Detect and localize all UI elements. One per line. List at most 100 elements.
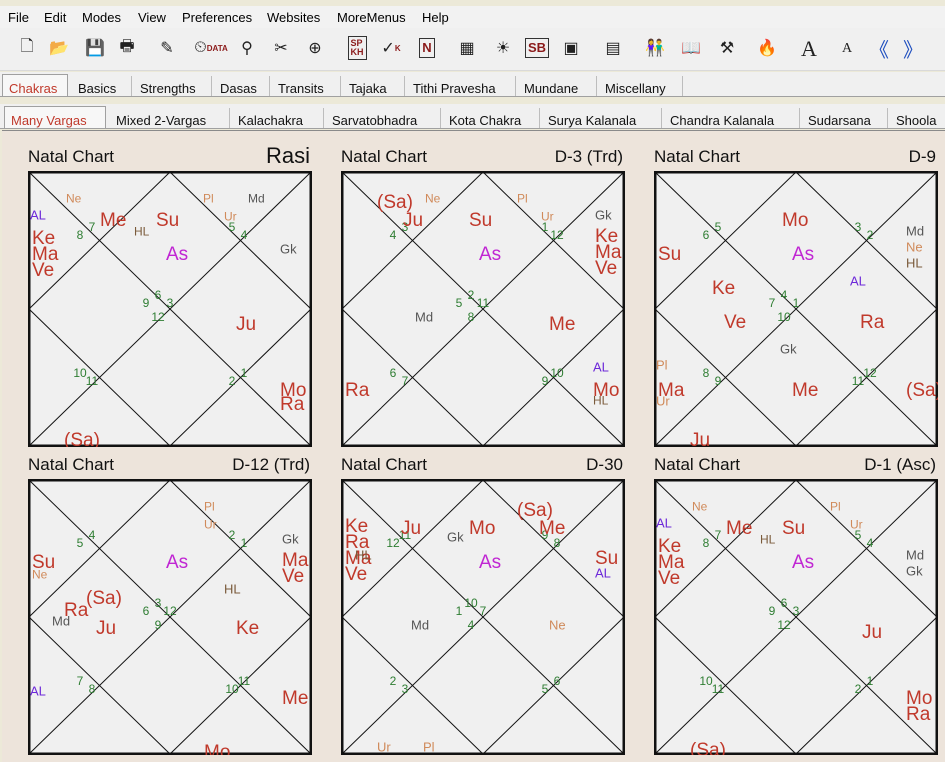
varga-chart-4[interactable]: Natal Chart D-12 (Trd) 5 4 2 1 6 3 12 9 7 8 10 11 Pl Ur… [28, 439, 328, 755]
subtab-many-vargas[interactable]: Many Vargas [4, 106, 106, 128]
sb-icon[interactable]: SB [522, 34, 552, 62]
tab-strengths[interactable]: Strengths [134, 76, 212, 96]
menu-modes[interactable]: Modes [82, 10, 121, 25]
planet-sa: (Sa) [86, 588, 122, 609]
planet-md: Md [906, 547, 924, 562]
transit-icon[interactable]: ⊕ [300, 34, 330, 62]
sp-kh-icon[interactable]: SP KH [342, 34, 372, 62]
sun-icon[interactable]: ☀ [488, 34, 518, 62]
planet-me: Me [282, 688, 308, 709]
subtab-surya-kalanala[interactable]: Surya Kalanala [542, 108, 662, 128]
menu-websites[interactable]: Websites [267, 10, 320, 25]
varga-chart-5[interactable]: Natal Chart D-30 12 11 9 8 1 10 7 4 2 3 5 6 Ke Ra Ma HL Ve… [341, 439, 641, 755]
planet-me: Me [792, 380, 818, 401]
save-icon[interactable]: 💾 [80, 34, 110, 62]
planet-ju: Ju [862, 622, 882, 643]
toolbar: 🗋 📂 💾 🖶 ✎ ⏲ DATA ⚲ ✂ ⊕ SP KH ✓ K N ▦ ☀ SB ▣ ▤ 👫 📖 ⚒ 🔥 A A 《》 [0, 28, 945, 71]
house-number: 11 [86, 374, 99, 388]
house-number: 7 [77, 674, 84, 688]
font-larger-icon[interactable]: A [794, 34, 824, 62]
varga-chart-2[interactable]: Natal Chart D-3 (Trd) 4 3 1 12 5 2 11 8 6 7 9 10 (Sa) N… [341, 131, 641, 447]
planet-ra: Ra [860, 312, 885, 333]
house-number: 11 [238, 674, 251, 688]
remove-match-icon[interactable]: ✂ [266, 34, 296, 62]
planet-ra: Ra [345, 380, 370, 401]
menu-help[interactable]: Help [422, 10, 449, 25]
house-number: 1 [456, 604, 463, 618]
planet-ju: Ju [236, 314, 256, 335]
table-icon[interactable]: ▤ [598, 34, 628, 62]
house-number: 8 [703, 536, 710, 550]
chart-title: Natal Chart [341, 455, 427, 474]
planet-ju: Ju [96, 618, 116, 639]
planet-me: Me [100, 210, 126, 231]
planet-al: AL [656, 515, 672, 530]
match-icon[interactable]: ⚲ [232, 34, 262, 62]
planet-al: AL [593, 359, 609, 374]
north-indian-chart: 1211 981107423 56KeRaMaHLVeJu Gk Mo(Sa)MeAs S… [341, 479, 625, 755]
people-icon[interactable]: 👫 [640, 34, 670, 62]
house-number: 7 [402, 374, 409, 388]
subtab-sudarsana[interactable]: Sudarsana [802, 108, 888, 128]
tab-tajaka[interactable]: Tajaka [343, 76, 405, 96]
planet-ur: Ur [656, 393, 670, 408]
planet-al: AL [850, 273, 866, 288]
font-smaller-label: A [841, 40, 853, 56]
tab-mundane[interactable]: Mundane [518, 76, 597, 96]
tab-chakras[interactable]: Chakras [2, 74, 68, 96]
planet-me: Me [539, 518, 565, 539]
planet-ur: Ur [850, 518, 863, 532]
planet-mo: Mo [782, 210, 808, 231]
subtab-kota-chakra[interactable]: Kota Chakra [443, 108, 540, 128]
subtab-kalachakra[interactable]: Kalachakra [232, 108, 324, 128]
tab-basics[interactable]: Basics [72, 76, 132, 96]
kp-icon[interactable]: ✓ K [376, 34, 406, 62]
square-chart-icon[interactable]: ▣ [556, 34, 586, 62]
planet-hl: HL [134, 225, 150, 239]
subtab-chandra-kalanala[interactable]: Chandra Kalanala [664, 108, 800, 128]
tools-icon[interactable]: ⚒ [712, 34, 742, 62]
tab-miscellany[interactable]: Miscellany [599, 76, 683, 96]
planet-ne: Ne [425, 192, 441, 206]
fire-icon[interactable]: 🔥 [752, 34, 782, 62]
subtab-sarvatobhadra[interactable]: Sarvatobhadra [326, 108, 441, 128]
subtab-mixed-2-vargas[interactable]: Mixed 2-Vargas [110, 108, 230, 128]
planet-ve: Ve [32, 260, 54, 281]
back-icon[interactable]: 《 [864, 34, 894, 62]
planet-su: Su [658, 244, 681, 265]
tab-transits[interactable]: Transits [272, 76, 341, 96]
menu-edit[interactable]: Edit [44, 10, 66, 25]
planet-al: AL [30, 207, 46, 222]
house-number: 2 [390, 674, 397, 688]
menu-view[interactable]: View [138, 10, 166, 25]
sp-kh-label: SP KH [347, 36, 367, 60]
planet-as: As [479, 552, 501, 573]
house-number: 6 [554, 674, 561, 688]
tab-dasas[interactable]: Dasas [214, 76, 270, 96]
open-folder-icon[interactable]: 📂 [44, 34, 74, 62]
nakshatra-icon[interactable]: N [412, 34, 442, 62]
tab-tithi-pravesha[interactable]: Tithi Pravesha [407, 76, 516, 96]
chart-edit-icon[interactable]: ✎ [152, 34, 182, 62]
house-number: 6 [390, 366, 397, 380]
menu-moremenus[interactable]: MoreMenus [337, 10, 406, 25]
house-number: 4 [468, 618, 475, 632]
varga-chart-6[interactable]: Natal Chart D-1 (Asc) 8 7 5 4 9 6 3 12 10 11 2 1 Ne Me S… [654, 439, 945, 755]
planet-ve: Ve [658, 568, 680, 589]
chart-header: Natal Chart D-9 [654, 147, 936, 169]
varga-chart-3[interactable]: Natal Chart D-9 6 5 3 2 7 4 1 10 8 9 11 12 Mo Su As Md Ne H… [654, 131, 945, 447]
north-indian-chart: 65 327411089 1112MoSu AsMdNeHLALKeVeGkRaPlM… [654, 171, 938, 447]
data-clock-icon[interactable]: ⏲ DATA [194, 34, 228, 62]
menu-preferences[interactable]: Preferences [182, 10, 252, 25]
font-smaller-icon[interactable]: A [832, 34, 862, 62]
new-file-icon[interactable]: 🗋 [12, 34, 42, 62]
planet-md: Md [906, 223, 924, 238]
book-icon[interactable]: 📖 [676, 34, 706, 62]
grid-chart-icon[interactable]: ▦ [452, 34, 482, 62]
forward-icon[interactable]: 》 [898, 34, 928, 62]
chart-varga-label: D-3 (Trd) [554, 147, 623, 166]
menu-file[interactable]: File [8, 10, 29, 25]
varga-chart-1[interactable]: Natal Chart Rasi 8 7 5 4 9 6 3 12 10 11 2 1 Ne Me Su Pl Md… [28, 131, 328, 447]
subtab-shoola[interactable]: Shoola [890, 108, 945, 128]
print-icon[interactable]: 🖶 [112, 34, 142, 62]
